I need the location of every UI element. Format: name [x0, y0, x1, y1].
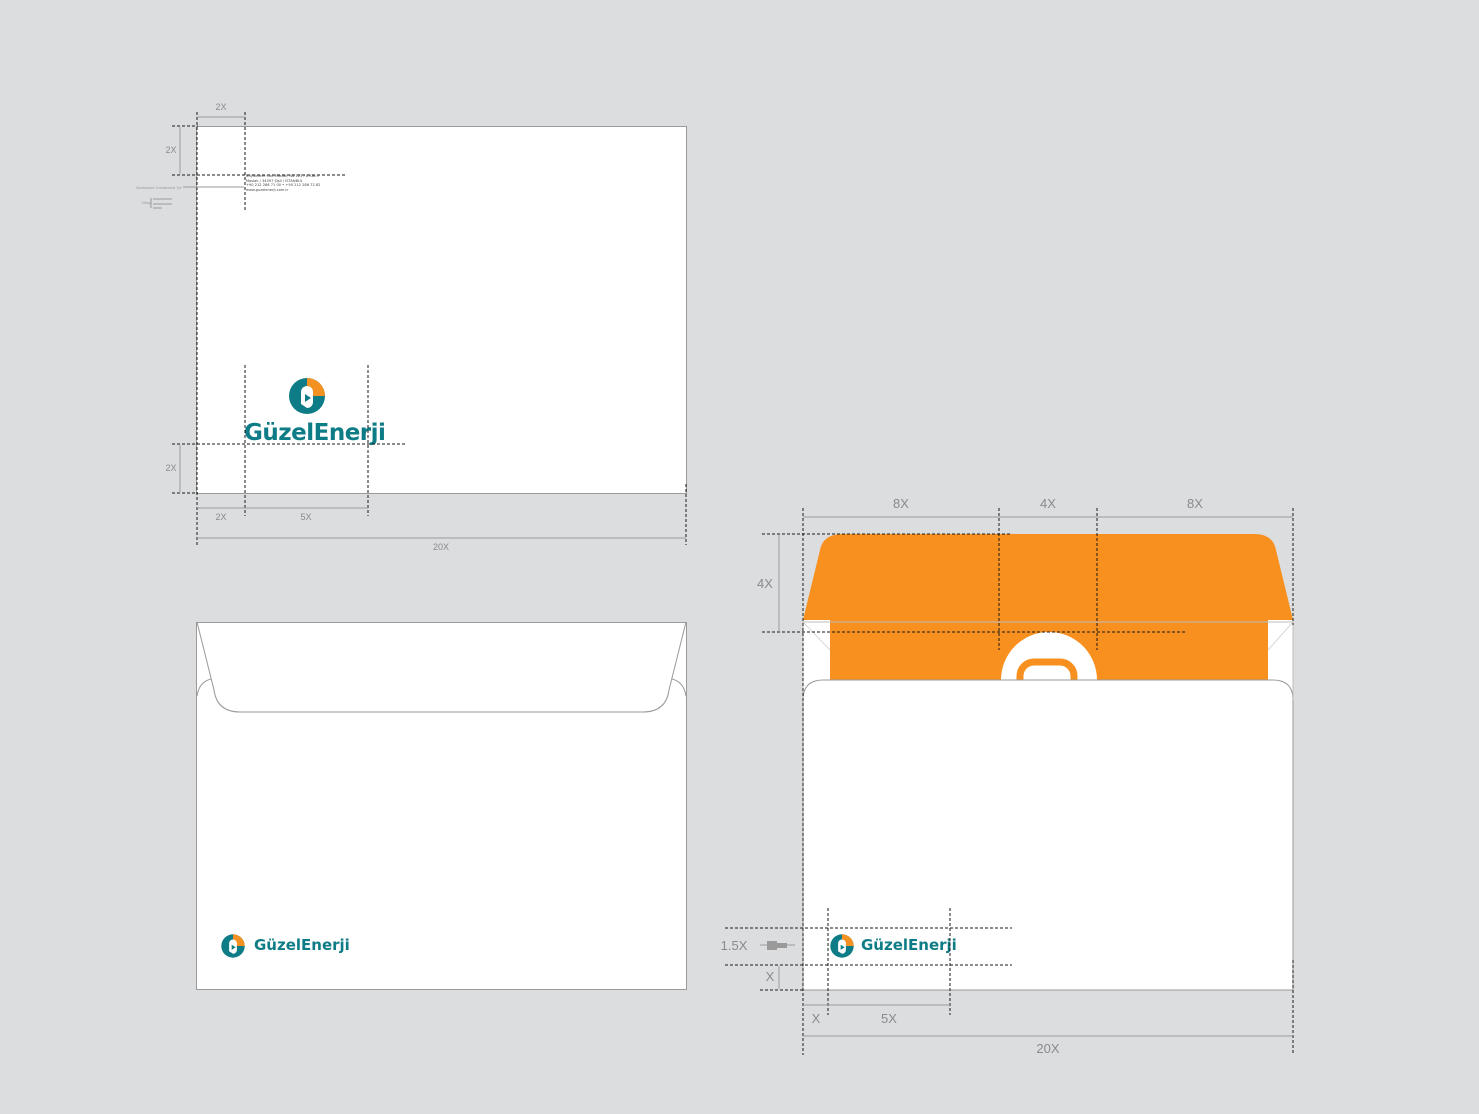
dim-bottom-margin: X	[765, 969, 775, 984]
brand-wordmark-open: GüzelEnerji	[861, 936, 957, 954]
dim-flap-left: 8X	[893, 496, 909, 511]
dim-flap-right: 8X	[1187, 496, 1203, 511]
dim-logo-height: 1.5X	[720, 938, 748, 953]
dim-flap-center: 4X	[1040, 496, 1056, 511]
dim-flap-height: 4X	[757, 576, 773, 591]
dim-logo-width: 5X	[881, 1011, 897, 1026]
guzelenerji-logo-icon	[830, 934, 854, 958]
dim-left-margin: X	[811, 1011, 821, 1026]
dim-total-width: 20X	[1036, 1041, 1060, 1056]
